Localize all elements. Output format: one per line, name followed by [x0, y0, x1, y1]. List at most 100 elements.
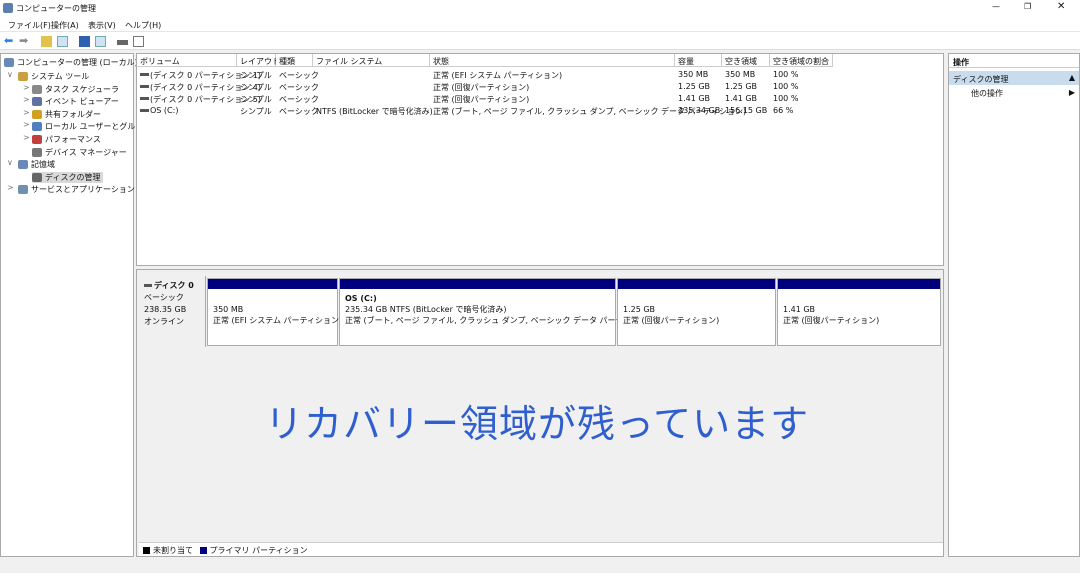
disk-name: ディスク 0 [154, 281, 194, 290]
tree-node-icon [18, 185, 28, 195]
menu-help[interactable]: ヘルプ(H) [125, 20, 161, 31]
up-folder-icon[interactable] [41, 36, 52, 47]
tree-item[interactable]: > パフォーマンス [1, 133, 133, 145]
disk-size: 238.35 GB [144, 305, 187, 314]
status-bar [0, 557, 1080, 573]
legend: 未割り当て プライマリ パーティション [139, 542, 943, 556]
column-header[interactable]: 容量 [675, 54, 722, 67]
actions-more[interactable]: 他の操作 ▶ [949, 85, 1079, 102]
expand-icon[interactable]: > [23, 83, 30, 92]
table-cell: NTFS (BitLocker で暗号化済み) [316, 107, 433, 116]
tree-item[interactable]: ∨ 記憶域 [1, 158, 133, 170]
table-cell: ベーシック [279, 95, 319, 104]
legend-primary: プライマリ パーティション [209, 546, 308, 555]
column-header[interactable]: 空き領域 [722, 54, 770, 67]
properties-icon[interactable] [95, 36, 106, 47]
expand-icon[interactable]: > [23, 95, 30, 104]
expand-icon[interactable]: > [7, 183, 14, 192]
tree-node-icon [32, 122, 42, 132]
overlay-caption: リカバリー領域が残っています [265, 402, 810, 446]
disk-icon[interactable] [117, 40, 128, 45]
help-icon[interactable] [79, 36, 90, 47]
minimize-button[interactable]: — [992, 2, 1000, 11]
column-header[interactable]: ファイル システム [313, 54, 430, 67]
maximize-button[interactable]: ❐ [1024, 2, 1031, 11]
tree-node-icon [32, 172, 42, 182]
show-hide-tree-icon[interactable] [57, 36, 68, 47]
tree-item[interactable]: > イベント ビューアー [1, 95, 133, 107]
table-cell: ベーシック [279, 83, 319, 92]
expand-icon[interactable]: > [23, 120, 30, 129]
partition-block[interactable]: 1.41 GB 正常 (回復パーティション) [777, 278, 941, 346]
disk-info[interactable]: ディスク 0 ベーシック 238.35 GB オンライン [138, 276, 206, 347]
tree-node-icon [32, 84, 42, 94]
table-row[interactable]: OS (C:) シンプル ベーシック NTFS (BitLocker で暗号化済み) 正… [137, 105, 943, 117]
table-cell: 66 % [773, 106, 794, 115]
window-title: コンピューターの管理 [16, 4, 96, 13]
table-cell: 156.15 GB [725, 106, 768, 115]
console-icon[interactable] [133, 36, 144, 47]
table-cell: 100 % [773, 70, 799, 79]
table-row[interactable]: (ディスク 0 パーティション 4) シンプル ベーシック 正常 (回復パーティション… [137, 81, 943, 93]
primary-swatch [199, 547, 207, 554]
expand-icon[interactable]: ∨ [7, 158, 13, 167]
forward-icon[interactable]: ➡ [19, 34, 30, 47]
partition-block[interactable]: OS (C:) 235.34 GB NTFS (BitLocker で暗号化済み)… [339, 278, 658, 346]
partition-block[interactable]: 1.25 GB 正常 (回復パーティション) [617, 278, 776, 346]
column-header[interactable]: 状態 [430, 54, 675, 67]
table-cell: 350 MB [678, 70, 709, 79]
unallocated-swatch [143, 547, 150, 554]
column-header[interactable]: 種類 [276, 54, 313, 67]
column-header[interactable]: ボリューム [137, 54, 237, 67]
disk-icon [144, 284, 152, 287]
table-row[interactable]: (ディスク 0 パーティション 1) シンプル ベーシック 正常 (EFI システム … [137, 69, 943, 81]
tree-node-icon [32, 97, 42, 107]
partition-bar [340, 279, 615, 289]
tree-node-icon [18, 160, 28, 170]
expand-icon[interactable]: ∨ [7, 70, 13, 79]
tree-node-icon [32, 109, 42, 119]
tree-root[interactable]: コンピューターの管理 (ローカル) [4, 57, 138, 68]
tree-node-icon [18, 72, 28, 81]
navigation-tree: コンピューターの管理 (ローカル) ∨ システム ツール > タスク スケジュー… [0, 53, 151, 557]
expand-icon[interactable]: > [23, 133, 30, 142]
disk-type: ベーシック [144, 293, 184, 302]
table-cell: 1.41 GB [678, 94, 711, 103]
column-header[interactable]: レイアウト [237, 54, 280, 67]
table-cell: 100 % [773, 94, 799, 103]
menu-file[interactable]: ファイル(F) [8, 20, 51, 31]
tree-item[interactable]: > ローカル ユーザーとグループ [1, 120, 151, 132]
volume-icon [140, 109, 149, 112]
expand-icon[interactable]: > [23, 108, 30, 117]
table-row[interactable]: (ディスク 0 パーティション 5) シンプル ベーシック 正常 (回復パーティション… [137, 93, 943, 105]
title-bar: コンピューターの管理 — ❐ ✕ [0, 0, 1080, 16]
table-cell: ベーシック [279, 71, 319, 80]
tree-item[interactable]: > タスク スケジューラ [1, 83, 133, 95]
table-cell: 正常 (EFI システム パーティション) [433, 71, 563, 80]
partition-block[interactable]: 350 MB 正常 (EFI システム パーティション) [207, 278, 342, 346]
legend-unallocated: 未割り当て [153, 546, 193, 555]
tree-item[interactable]: > サービスとアプリケーション [1, 183, 135, 195]
table-cell: シンプル [240, 107, 272, 116]
tree-node-icon [32, 135, 42, 144]
close-button[interactable]: ✕ [1057, 1, 1065, 12]
partition-bar [208, 279, 337, 289]
column-header[interactable]: 空き領域の割合 [770, 54, 833, 67]
back-icon[interactable]: ⬅ [4, 34, 15, 47]
tree-item[interactable]: ディスクの管理 [1, 171, 133, 183]
actions-pane: 操作 ディスクの管理 ▲ 他の操作 ▶ [948, 53, 1080, 557]
tree-item[interactable]: > 共有フォルダー [1, 108, 133, 120]
toolbar: ⬅ ➡ [0, 32, 1080, 50]
tree-item[interactable]: ∨ システム ツール [1, 70, 133, 82]
table-cell: シンプル [240, 71, 272, 80]
menu-view[interactable]: 表示(V) [88, 20, 116, 31]
table-cell: OS (C:) [150, 106, 179, 115]
table-cell: 1.25 GB [725, 82, 758, 91]
arrow-right-icon: ▶ [1068, 88, 1075, 97]
tree-item[interactable]: デバイス マネージャー [1, 146, 133, 158]
menu-action[interactable]: 操作(A) [51, 20, 79, 31]
table-cell: 100 % [773, 82, 799, 91]
table-cell: シンプル [240, 95, 272, 104]
actions-section-disk-management[interactable]: ディスクの管理 ▲ [949, 71, 1079, 85]
app-icon [3, 3, 13, 13]
